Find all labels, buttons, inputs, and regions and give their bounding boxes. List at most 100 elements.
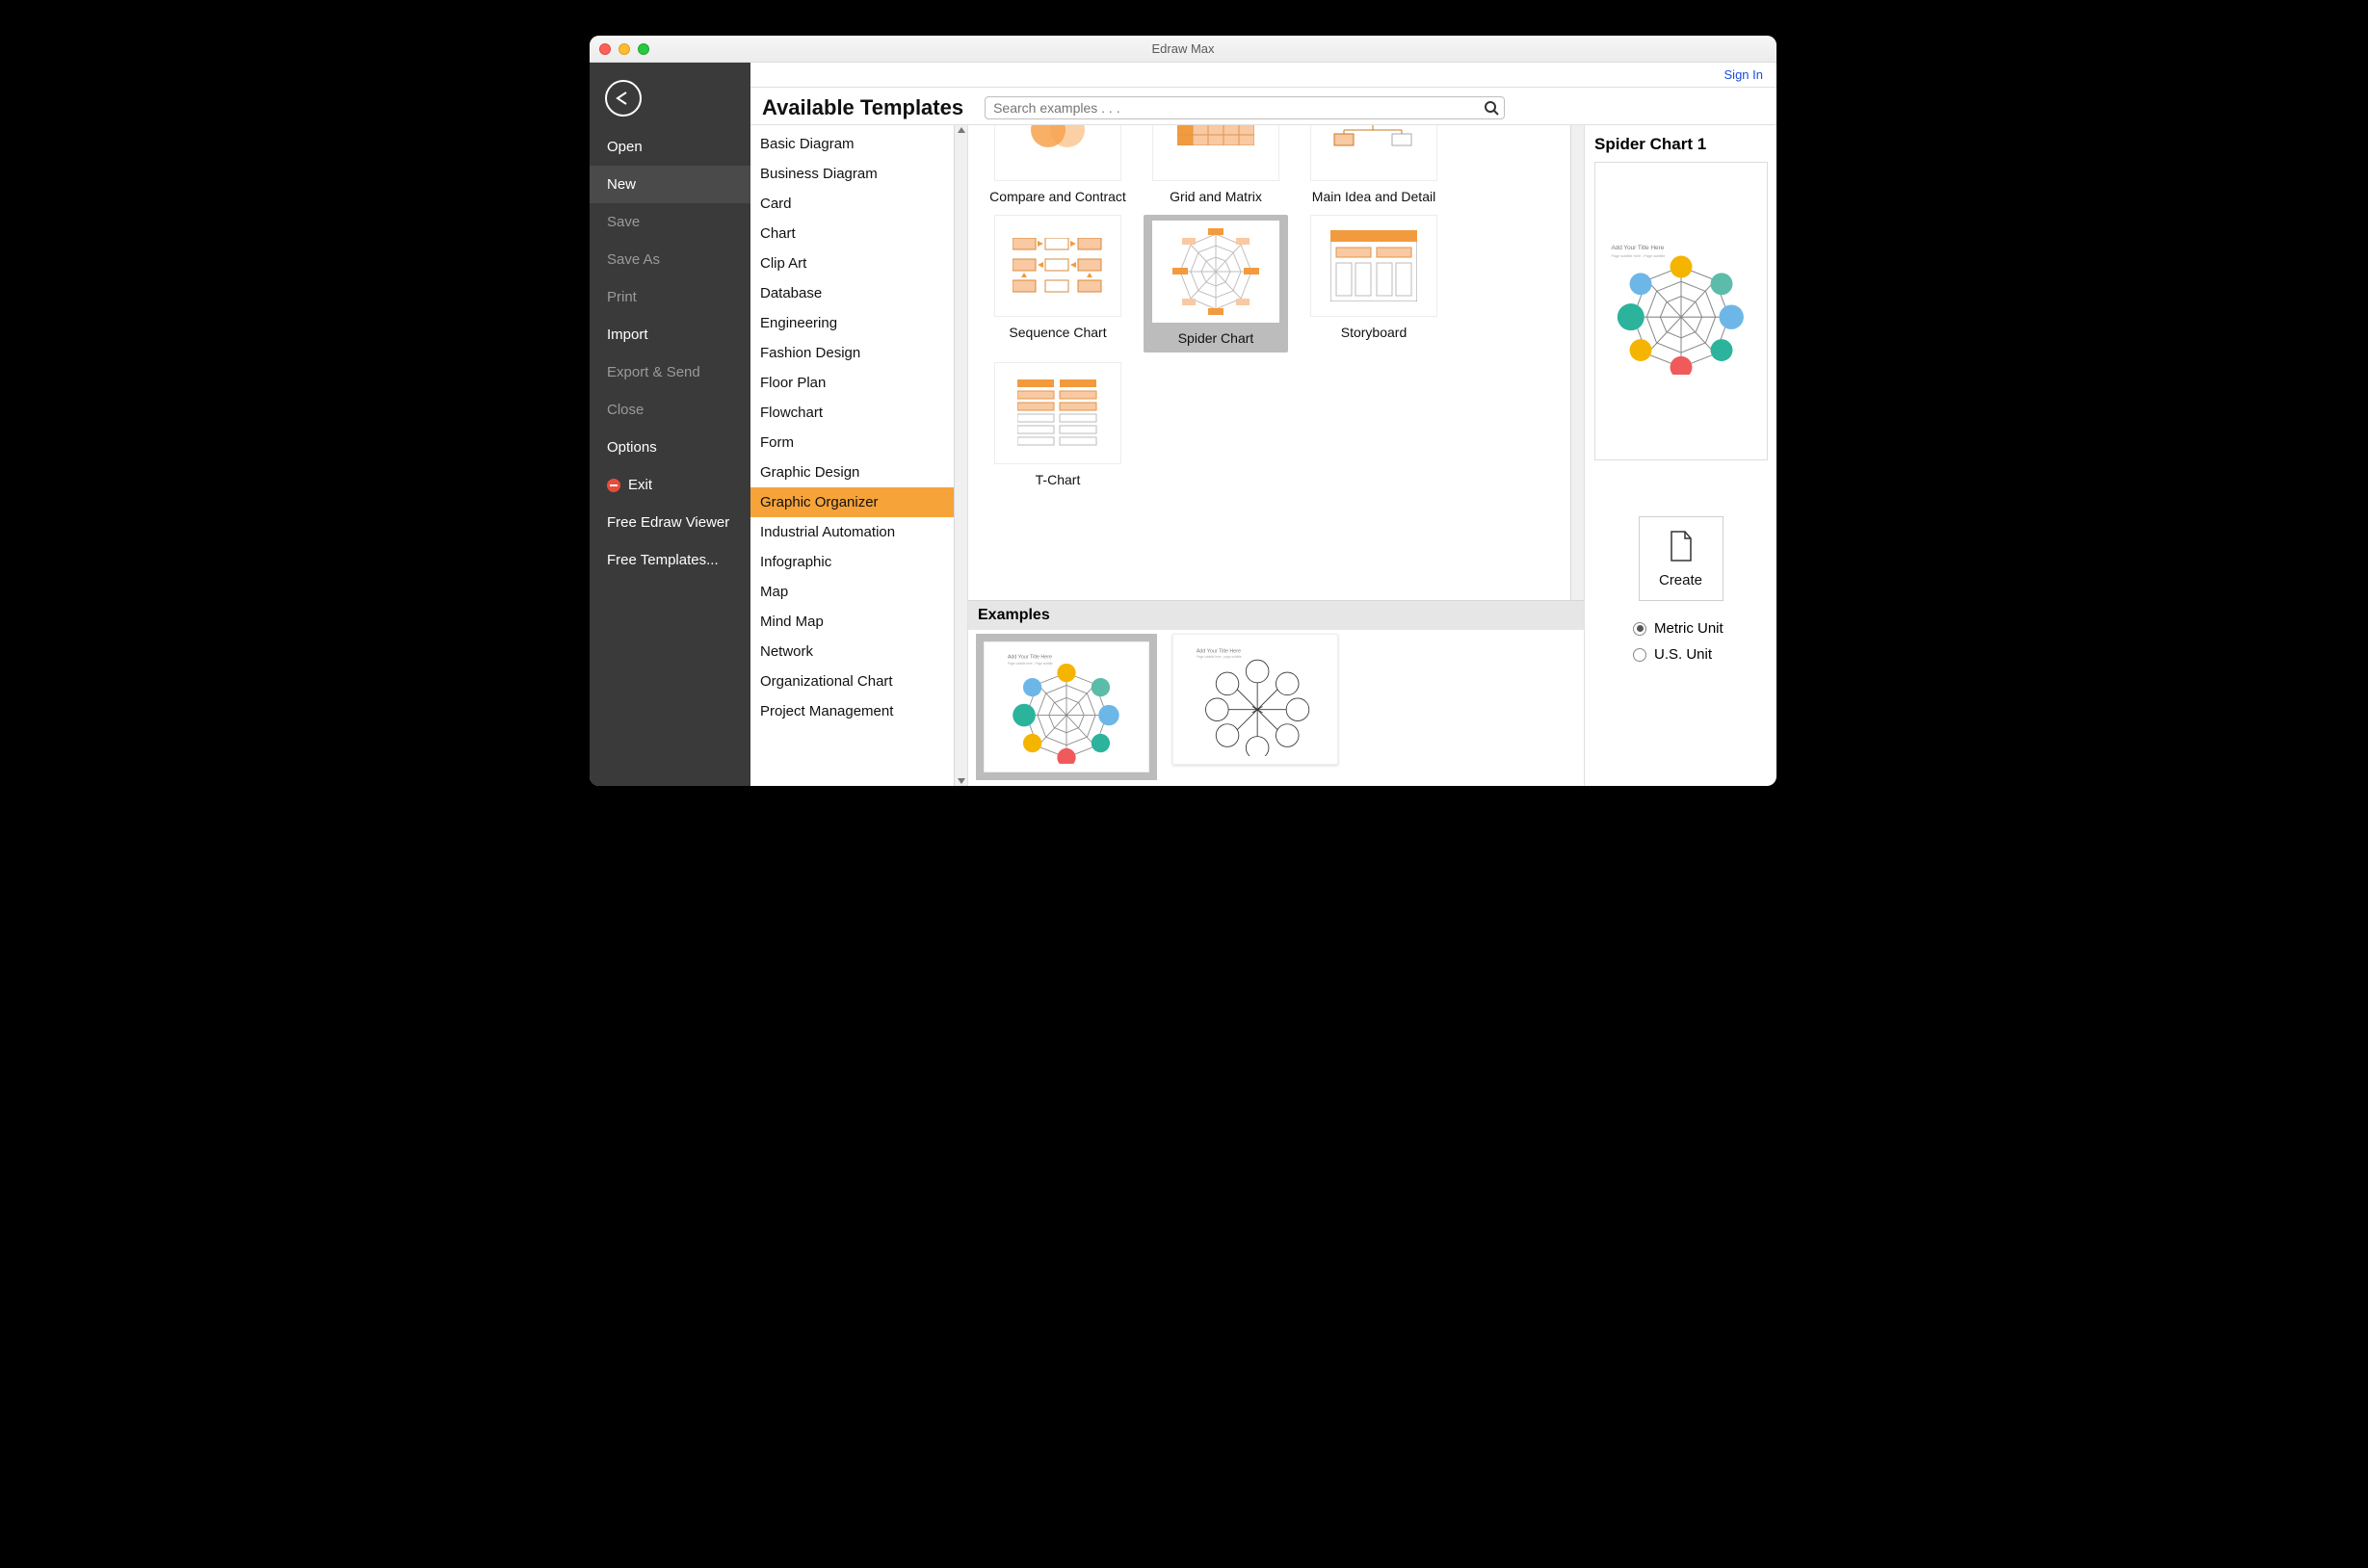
create-button[interactable]: Create xyxy=(1639,516,1723,601)
unit-radio[interactable]: U.S. Unit xyxy=(1633,646,1767,663)
category-item[interactable]: Database xyxy=(750,278,954,308)
category-item[interactable]: Mind Map xyxy=(750,607,954,637)
category-item[interactable]: Chart xyxy=(750,219,954,248)
search-input[interactable] xyxy=(985,96,1505,119)
template-card[interactable]: Compare and Contract xyxy=(986,125,1130,205)
sidebar-item-label: Save xyxy=(607,214,640,230)
scroll-up-icon[interactable] xyxy=(958,127,965,133)
template-thumb xyxy=(994,215,1121,317)
scroll-down-icon[interactable] xyxy=(958,778,965,784)
category-item[interactable]: Floor Plan xyxy=(750,368,954,398)
category-item[interactable]: Flowchart xyxy=(750,398,954,428)
search-icon[interactable] xyxy=(1484,100,1499,120)
template-thumb xyxy=(1310,215,1437,317)
category-item[interactable]: Industrial Automation xyxy=(750,517,954,547)
sidebar-item-label: Options xyxy=(607,439,657,456)
titlebar: Edraw Max xyxy=(590,36,1776,63)
sidebar-item-label: Exit xyxy=(628,477,652,493)
examples-header: Examples xyxy=(968,601,1584,630)
example-card[interactable] xyxy=(984,641,1149,772)
category-item[interactable]: Form xyxy=(750,428,954,457)
radio-label: Metric Unit xyxy=(1654,620,1723,637)
template-scrollbar[interactable] xyxy=(1570,125,1584,600)
sidebar-item-label: Open xyxy=(607,139,643,155)
template-thumb xyxy=(1310,125,1437,181)
sidebar-item-label: Import xyxy=(607,327,648,343)
template-card[interactable]: Grid and Matrix xyxy=(1144,125,1288,205)
radio-icon xyxy=(1633,648,1646,662)
template-label: Grid and Matrix xyxy=(1170,189,1262,205)
template-thumb xyxy=(994,125,1121,181)
sidebar-item-label: Close xyxy=(607,402,644,418)
template-card[interactable]: Spider Chart xyxy=(1144,215,1288,353)
examples-section: Examples xyxy=(968,600,1584,786)
sidebar-item-label: Free Edraw Viewer xyxy=(607,514,729,531)
radio-icon xyxy=(1633,622,1646,636)
sidebar-item-options[interactable]: Options xyxy=(590,429,750,466)
template-label: Main Idea and Detail xyxy=(1312,189,1435,205)
page-title: Available Templates xyxy=(762,95,963,120)
category-pane: Basic DiagramBusiness DiagramCardChartCl… xyxy=(750,124,968,786)
minimize-traffic-light[interactable] xyxy=(618,43,630,55)
zoom-traffic-light[interactable] xyxy=(638,43,649,55)
template-card[interactable]: T-Chart xyxy=(986,362,1130,488)
template-label: Storyboard xyxy=(1341,325,1407,341)
category-item[interactable]: Card xyxy=(750,189,954,219)
top-strip: Sign In xyxy=(750,63,1776,88)
template-thumb xyxy=(994,362,1121,464)
template-preview xyxy=(1594,162,1768,460)
sidebar-item-label: New xyxy=(607,176,636,193)
main-panel: Sign In Available Templates xyxy=(750,63,1776,786)
category-item[interactable]: Business Diagram xyxy=(750,159,954,189)
category-item[interactable]: Infographic xyxy=(750,547,954,577)
sidebar-item-label: Save As xyxy=(607,251,660,268)
radio-label: U.S. Unit xyxy=(1654,646,1712,663)
sidebar-item-label: Export & Send xyxy=(607,364,700,380)
category-item[interactable]: Project Management xyxy=(750,696,954,726)
sidebar-item-print[interactable]: Print xyxy=(590,278,750,316)
template-label: Compare and Contract xyxy=(989,189,1126,205)
category-item[interactable]: Map xyxy=(750,577,954,607)
category-item[interactable]: Fashion Design xyxy=(750,338,954,368)
sign-in-link[interactable]: Sign In xyxy=(1724,67,1763,82)
category-item[interactable]: Engineering xyxy=(750,308,954,338)
template-thumb xyxy=(1152,125,1279,181)
template-thumb xyxy=(1152,221,1279,323)
sidebar-item-close[interactable]: Close xyxy=(590,391,750,429)
template-label: Sequence Chart xyxy=(1009,325,1106,341)
category-item[interactable]: Basic Diagram xyxy=(750,129,954,159)
sidebar-item-free-edraw-viewer[interactable]: Free Edraw Viewer xyxy=(590,504,750,541)
sidebar: Open New Save Save As Print Import Export & Se… xyxy=(590,63,750,786)
sidebar-item-new[interactable]: New xyxy=(590,166,750,203)
sidebar-item-open[interactable]: Open xyxy=(590,128,750,166)
sidebar-item-save-as[interactable]: Save As xyxy=(590,241,750,278)
category-item[interactable]: Network xyxy=(750,637,954,666)
sidebar-item-free-templates[interactable]: Free Templates... xyxy=(590,541,750,579)
sidebar-item-import[interactable]: Import xyxy=(590,316,750,353)
right-pane: Spider Chart 1 Create Metric Unit U.S. Un… xyxy=(1584,124,1776,786)
sidebar-item-exit[interactable]: Exit xyxy=(590,466,750,504)
close-traffic-light[interactable] xyxy=(599,43,611,55)
template-card[interactable]: Main Idea and Detail xyxy=(1302,125,1446,205)
template-label: Spider Chart xyxy=(1178,330,1254,347)
category-item[interactable]: Clip Art xyxy=(750,248,954,278)
sidebar-item-label: Print xyxy=(607,289,637,305)
sidebar-item-label: Free Templates... xyxy=(607,552,719,568)
selected-template-title: Spider Chart 1 xyxy=(1594,135,1767,154)
window-title: Edraw Max xyxy=(1151,41,1214,56)
sidebar-item-save[interactable]: Save xyxy=(590,203,750,241)
template-card[interactable]: Sequence Chart xyxy=(986,215,1130,353)
app-window: Edraw Max Open New Save Save As Print Import E… xyxy=(590,36,1776,786)
sidebar-item-export-send[interactable]: Export & Send xyxy=(590,353,750,391)
template-pane: Compare and Contract Grid and Matrix Main … xyxy=(968,124,1584,786)
category-item[interactable]: Organizational Chart xyxy=(750,666,954,696)
unit-radio[interactable]: Metric Unit xyxy=(1633,620,1767,637)
template-label: T-Chart xyxy=(1036,472,1081,488)
exit-icon xyxy=(607,479,620,492)
category-item[interactable]: Graphic Design xyxy=(750,457,954,487)
example-card[interactable] xyxy=(1172,634,1338,765)
category-item[interactable]: Graphic Organizer xyxy=(750,487,954,517)
category-scrollbar[interactable] xyxy=(954,125,967,786)
back-button[interactable] xyxy=(605,80,642,117)
template-card[interactable]: Storyboard xyxy=(1302,215,1446,353)
